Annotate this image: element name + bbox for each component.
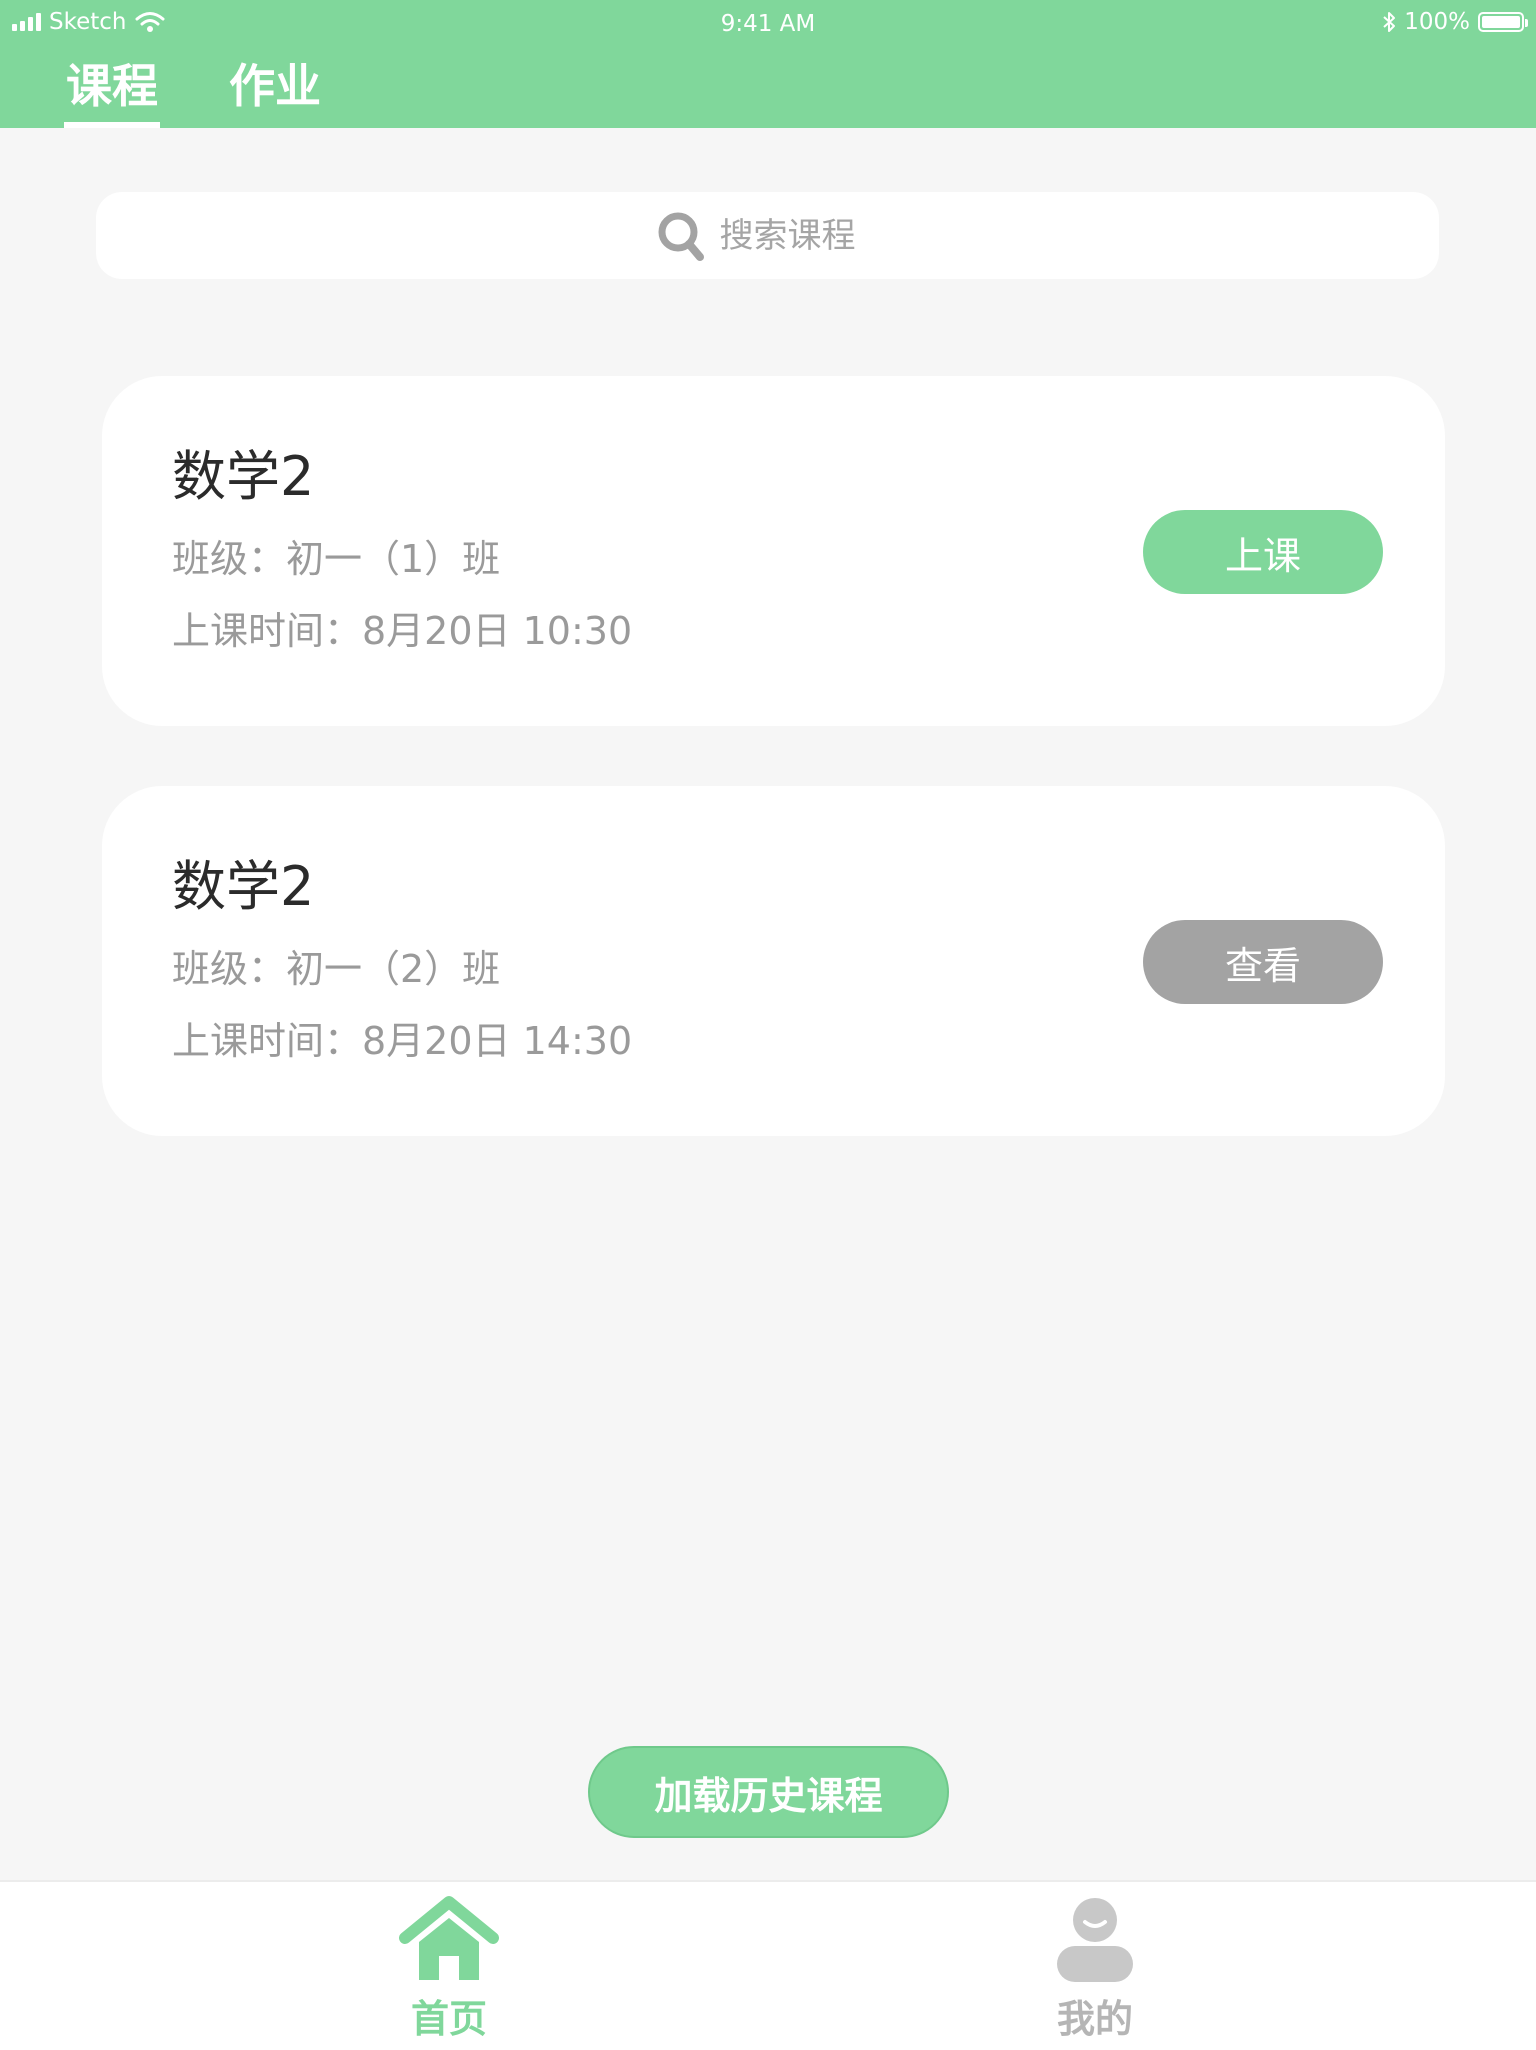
course-card: 数学2 班级：初一（1）班 上课时间：8月20日 10:30 上课 <box>102 376 1445 726</box>
view-button[interactable]: 查看 <box>1143 920 1383 1004</box>
status-time: 9:41 AM <box>720 11 816 37</box>
user-icon <box>1057 1898 1133 1982</box>
tab-homework[interactable]: 作业 <box>229 56 321 116</box>
bottom-tab-bar: 首页 我的 <box>0 1880 1536 2050</box>
tab-bar-home[interactable]: 首页 <box>349 1882 549 2050</box>
battery-percent: 100% <box>1404 9 1470 35</box>
search-input[interactable] <box>719 215 880 256</box>
bluetooth-icon <box>1383 12 1396 32</box>
course-title: 数学2 <box>172 445 315 508</box>
tab-bar-label: 首页 <box>410 1997 487 2041</box>
course-card: 数学2 班级：初一（2）班 上课时间：8月20日 14:30 查看 <box>102 786 1445 1136</box>
battery-icon <box>1478 12 1528 32</box>
course-title: 数学2 <box>172 855 315 918</box>
load-history-button[interactable]: 加载历史课程 <box>588 1746 949 1838</box>
status-bar: Sketch 9:41 AM 100% <box>0 0 1536 50</box>
tab-courses[interactable]: 课程 <box>66 56 158 116</box>
search-icon <box>658 212 704 261</box>
top-tabs: 课程 作业 <box>0 56 600 128</box>
tab-active-indicator <box>64 122 160 128</box>
course-class: 班级：初一（2）班 <box>172 947 501 991</box>
course-time: 上课时间：8月20日 14:30 <box>172 1019 633 1063</box>
tab-bar-label: 我的 <box>1056 1997 1133 2041</box>
header: Sketch 9:41 AM 100% 课程 作业 <box>0 0 1536 128</box>
status-right: 100% <box>1382 9 1528 35</box>
search-box[interactable] <box>96 192 1439 279</box>
start-class-button[interactable]: 上课 <box>1143 510 1383 594</box>
course-class: 班级：初一（1）班 <box>172 537 501 581</box>
course-time: 上课时间：8月20日 10:30 <box>172 609 633 653</box>
tab-bar-mine[interactable]: 我的 <box>995 1882 1195 2050</box>
home-icon <box>399 1896 499 1980</box>
